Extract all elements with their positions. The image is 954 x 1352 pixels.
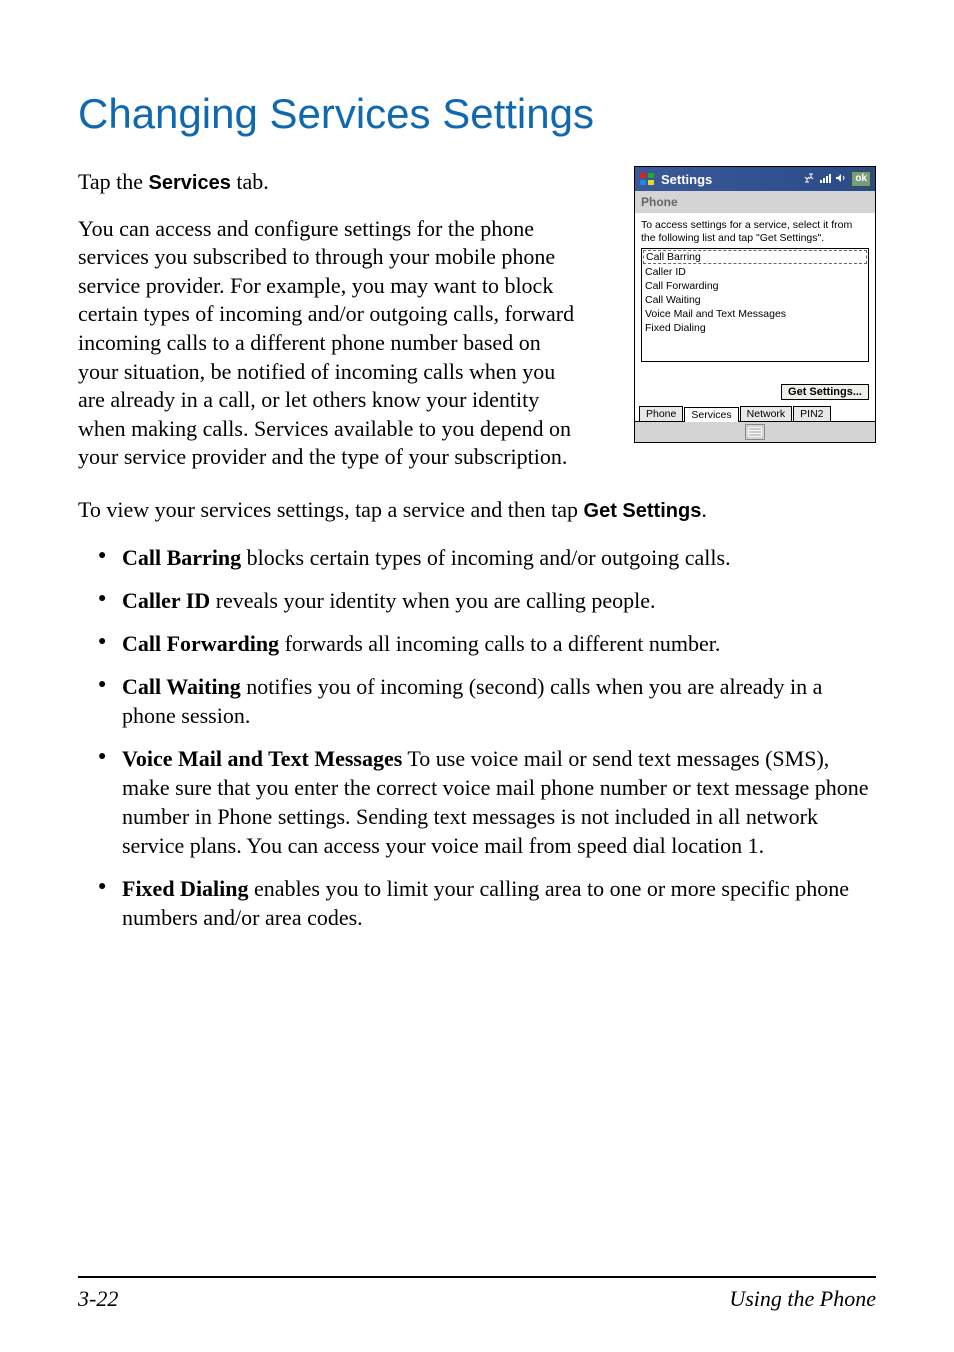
bullet-item: Call Barring blocks certain types of inc…: [78, 543, 876, 572]
keyboard-icon[interactable]: [745, 424, 765, 440]
screenshot-subheader: Phone: [635, 191, 875, 213]
screenshot-body: To access settings for a service, select…: [635, 213, 875, 368]
instruction-sentence: To view your services settings, tap a se…: [78, 496, 876, 525]
bullet-term: Voice Mail and Text Messages: [122, 746, 402, 771]
intro-paragraph-2: You can access and configure settings fo…: [78, 215, 576, 472]
intro1-bold: Services: [149, 172, 231, 194]
bullet-term: Caller ID: [122, 588, 210, 613]
section-heading: Changing Services Settings: [78, 90, 876, 138]
page: Changing Services Settings Tap the Servi…: [0, 0, 954, 1352]
tab-phone[interactable]: Phone: [639, 406, 683, 421]
footer-rule: [78, 1276, 876, 1278]
tab-pin2[interactable]: PIN2: [793, 406, 830, 421]
screenshot-instruction: To access settings for a service, select…: [641, 219, 869, 244]
bullet-term: Call Forwarding: [122, 631, 279, 656]
bullet-rest: forwards all incoming calls to a differe…: [279, 631, 720, 656]
intro1-text-b: tab.: [231, 169, 269, 194]
tab-services[interactable]: Services: [684, 407, 738, 422]
sentence-bold: Get Settings: [584, 500, 702, 522]
screenshot-title: Settings: [661, 172, 803, 187]
content-row: Tap the Services tab. You can access and…: [78, 166, 876, 472]
screenshot-button-row: Get Settings...: [635, 368, 875, 406]
footer-title: Using the Phone: [729, 1286, 876, 1312]
bullet-item: Call Forwarding forwards all incoming ca…: [78, 629, 876, 658]
bullet-item: Voice Mail and Text Messages To use voic…: [78, 744, 876, 860]
speaker-icon[interactable]: [835, 172, 847, 187]
tab-network[interactable]: Network: [740, 406, 793, 421]
bullet-item: Fixed Dialing enables you to limit your …: [78, 874, 876, 932]
bullet-rest: reveals your identity when you are calli…: [210, 588, 655, 613]
screenshot-titlebar: Settings: [635, 167, 875, 191]
screenshot-tabs: Phone Services Network PIN2: [635, 406, 875, 421]
status-icons: ok: [803, 171, 875, 187]
list-item[interactable]: Call Forwarding: [642, 279, 868, 293]
page-number: 3-22: [78, 1286, 118, 1312]
services-list[interactable]: Call Barring Caller ID Call Forwarding C…: [641, 248, 869, 362]
list-item[interactable]: Call Barring: [643, 250, 867, 264]
list-item[interactable]: Fixed Dialing: [642, 321, 868, 335]
signal-icon[interactable]: [819, 172, 831, 187]
settings-screenshot: Settings: [634, 166, 876, 443]
bullet-list: Call Barring blocks certain types of inc…: [78, 543, 876, 932]
bullet-item: Call Waiting notifies you of incoming (s…: [78, 672, 876, 730]
intro-paragraph-1: Tap the Services tab.: [78, 168, 576, 197]
list-item[interactable]: Caller ID: [642, 265, 868, 279]
intro1-text-a: Tap the: [78, 169, 149, 194]
connectivity-icon[interactable]: [803, 172, 815, 187]
ok-button[interactable]: ok: [851, 171, 871, 187]
intro-column: Tap the Services tab. You can access and…: [78, 166, 576, 472]
sentence-a: To view your services settings, tap a se…: [78, 497, 584, 522]
bullet-term: Call Waiting: [122, 674, 241, 699]
bullet-item: Caller ID reveals your identity when you…: [78, 586, 876, 615]
page-footer: 3-22 Using the Phone: [78, 1286, 876, 1312]
start-icon[interactable]: [639, 171, 655, 187]
screenshot-bottombar: [635, 421, 875, 442]
list-item[interactable]: Call Waiting: [642, 293, 868, 307]
sentence-b: .: [701, 497, 707, 522]
bullet-term: Call Barring: [122, 545, 241, 570]
list-item[interactable]: Voice Mail and Text Messages: [642, 307, 868, 321]
bullet-rest: blocks certain types of incoming and/or …: [241, 545, 730, 570]
get-settings-button[interactable]: Get Settings...: [781, 384, 869, 400]
bullet-term: Fixed Dialing: [122, 876, 249, 901]
